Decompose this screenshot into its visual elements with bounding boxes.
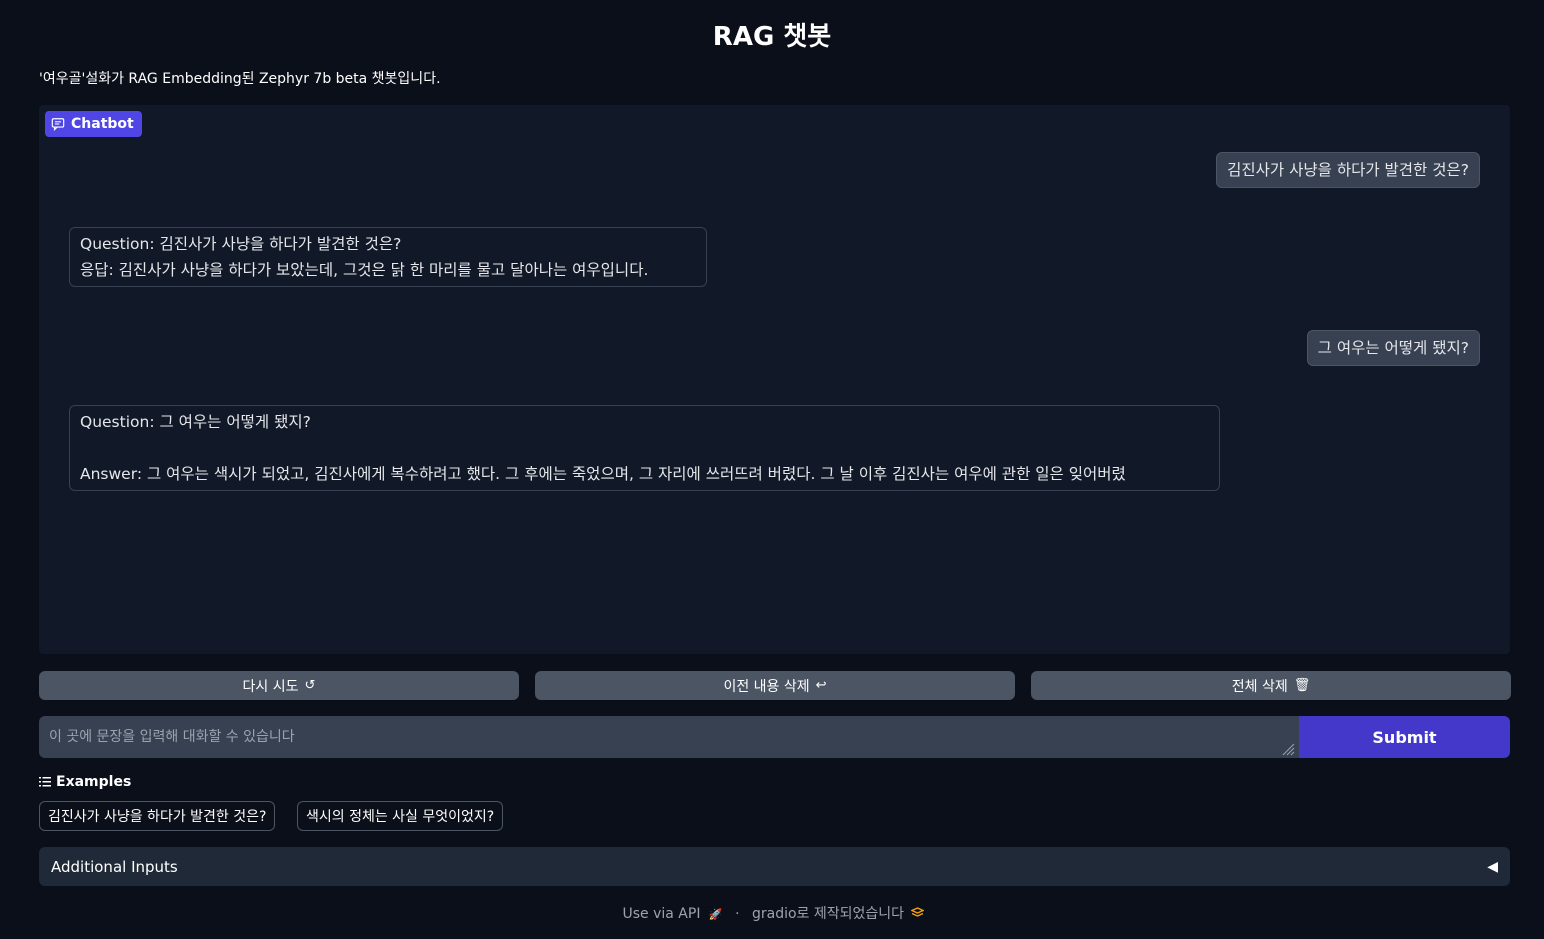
user-message: 김진사가 사냥을 하다가 발견한 것은? bbox=[1216, 152, 1480, 188]
clear-button[interactable]: 전체 삭제 🗑 bbox=[1031, 671, 1511, 700]
chatbot-panel[interactable]: Chatbot 김진사가 사냥을 하다가 발견한 것은? Question: 김… bbox=[39, 105, 1510, 654]
additional-inputs-accordion[interactable]: Additional Inputs ◀ bbox=[39, 847, 1510, 886]
undo-label: 이전 내용 삭제 bbox=[723, 678, 810, 695]
list-icon bbox=[39, 777, 51, 787]
message-input[interactable]: 이 곳에 문장을 입력해 대화할 수 있습니다 bbox=[39, 716, 1299, 758]
page-title: RAG 챗봇 bbox=[712, 22, 832, 52]
page-description: '여우골'설화가 RAG Embedding된 Zephyr 7b beta 챗… bbox=[39, 71, 441, 87]
undo-icon: ↩ bbox=[815, 678, 827, 693]
gradio-logo-icon bbox=[909, 907, 925, 917]
footer: Use via API 🚀 · gradio로 제작되었습니다 bbox=[0, 903, 1544, 923]
built-with-gradio-link[interactable]: gradio로 제작되었습니다 bbox=[752, 906, 904, 922]
retry-button[interactable]: 다시 시도 ↺ bbox=[39, 671, 519, 700]
example-item[interactable]: 김진사가 사냥을 하다가 발견한 것은? bbox=[39, 801, 276, 831]
message-input-placeholder: 이 곳에 문장을 입력해 대화할 수 있습니다 bbox=[49, 729, 295, 745]
footer-separator: · bbox=[735, 906, 740, 922]
example-item[interactable]: 색시의 정체는 사실 무엇이었지? bbox=[297, 801, 504, 831]
undo-button[interactable]: 이전 내용 삭제 ↩ bbox=[535, 671, 1015, 700]
use-via-api-link[interactable]: Use via API bbox=[623, 906, 701, 922]
submit-button[interactable]: Submit bbox=[1299, 716, 1510, 758]
collapse-toggle-icon[interactable]: ◀ bbox=[1487, 859, 1498, 875]
trash-icon: 🗑 bbox=[1293, 678, 1311, 693]
chatbot-label: Chatbot bbox=[45, 111, 142, 137]
bot-message: Question: 그 여우는 어떻게 됐지? Answer: 그 여우는 색시… bbox=[69, 405, 1220, 491]
chat-bubble-icon bbox=[51, 118, 65, 131]
examples-heading: Examples bbox=[39, 774, 131, 790]
retry-icon: ↺ bbox=[304, 678, 316, 693]
retry-label: 다시 시도 bbox=[242, 678, 299, 695]
rocket-icon: 🚀 bbox=[708, 908, 723, 921]
additional-inputs-label: Additional Inputs bbox=[51, 857, 178, 876]
examples-heading-text: Examples bbox=[56, 774, 132, 790]
chatbot-label-text: Chatbot bbox=[71, 116, 134, 132]
resize-grip-icon[interactable] bbox=[1281, 742, 1295, 756]
bot-message: Question: 김진사가 사냥을 하다가 발견한 것은? 응답: 김진사가 … bbox=[69, 227, 707, 287]
user-message: 그 여우는 어떻게 됐지? bbox=[1306, 330, 1480, 366]
clear-label: 전체 삭제 bbox=[1231, 678, 1288, 695]
